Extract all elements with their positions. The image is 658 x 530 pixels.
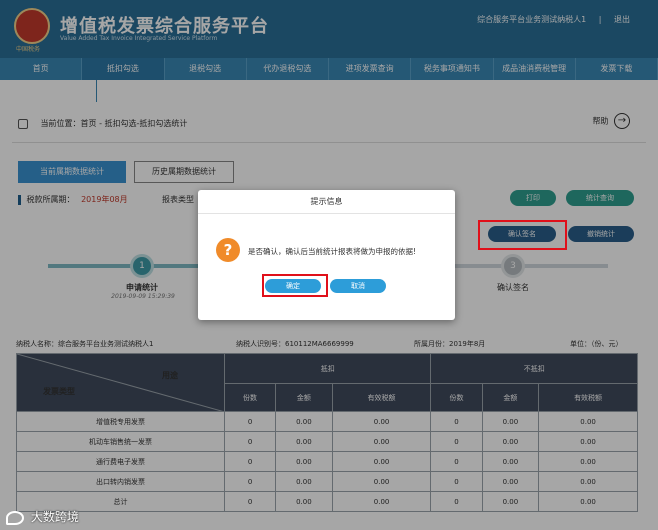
highlight-confirm-sign (478, 220, 567, 250)
dialog-cancel-button[interactable]: 取消 (330, 279, 386, 293)
dialog-title: 提示信息 (198, 190, 455, 214)
question-icon: ? (216, 238, 240, 262)
watermark-text: 大数跨境 (30, 510, 79, 524)
watermark: 大数跨境 (6, 508, 79, 525)
watermark-logo-icon (6, 510, 24, 525)
highlight-ok-button (262, 274, 328, 297)
confirm-dialog: 提示信息 ? 是否确认，确认后当前统计报表将做为申报的依据! 确定 取消 (198, 190, 455, 320)
dialog-message: 是否确认，确认后当前统计报表将做为申报的依据! (248, 247, 417, 256)
